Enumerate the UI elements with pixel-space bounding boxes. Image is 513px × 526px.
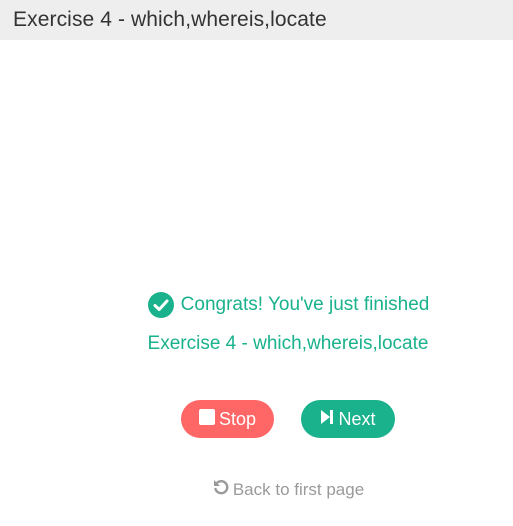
stop-icon [198, 408, 215, 430]
check-circle-icon [147, 291, 175, 319]
stop-button[interactable]: Stop [181, 400, 274, 438]
congrats-line: Congrats! You've just finished [147, 290, 430, 320]
skip-forward-icon [320, 409, 334, 430]
next-button[interactable]: Next [301, 400, 395, 438]
back-to-first-page-link[interactable]: Back to first page [0, 478, 513, 501]
completion-message: Congrats! You've just finished Exercise … [0, 290, 513, 359]
back-link-label: Back to first page [232, 479, 365, 499]
next-button-label: Next [338, 408, 376, 429]
page-header: Exercise 4 - which,whereis,locate [0, 0, 513, 40]
finished-exercise-name: Exercise 4 - which,whereis,locate [147, 333, 429, 354]
undo-icon [212, 478, 230, 501]
stop-button-label: Stop [218, 408, 257, 429]
congrats-text: Congrats! You've just finished [180, 294, 430, 315]
page-title: Exercise 4 - which,whereis,locate [13, 8, 327, 31]
